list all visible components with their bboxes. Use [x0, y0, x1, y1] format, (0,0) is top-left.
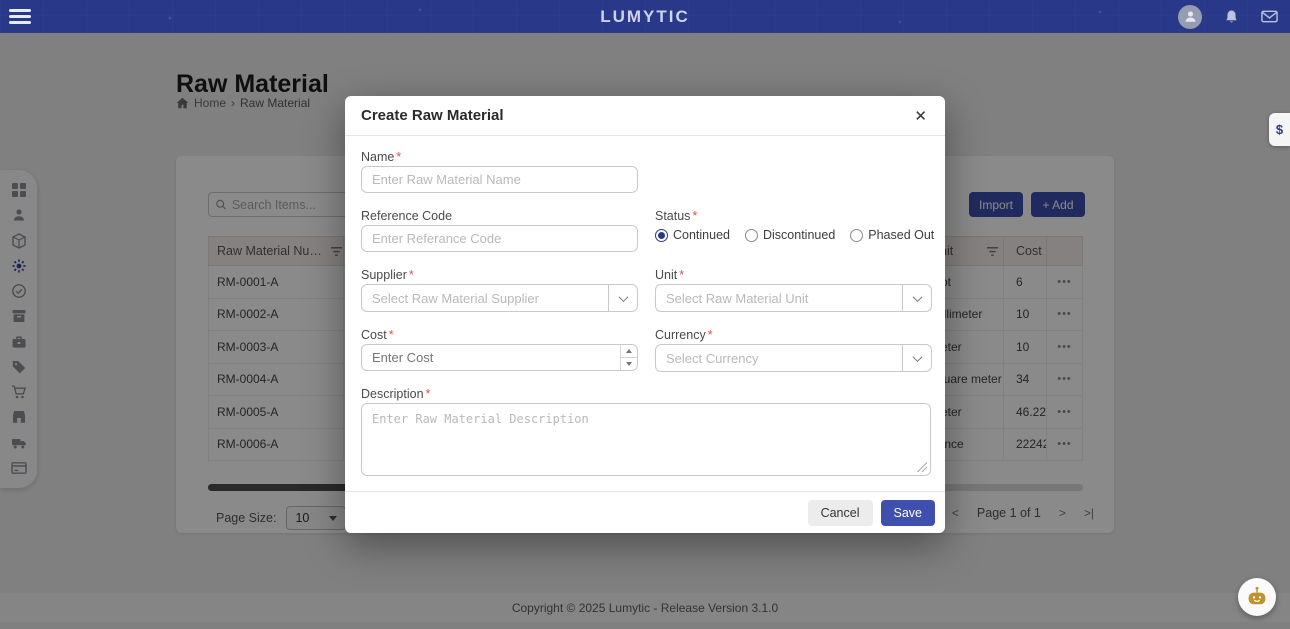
radio-discontinued[interactable]: Discontinued — [745, 228, 835, 242]
radio-phased-out[interactable]: Phased Out — [850, 228, 934, 242]
status-radio-group: Continued Discontinued Phased Out — [655, 228, 934, 242]
name-input[interactable] — [361, 166, 638, 193]
spinner-down-button[interactable] — [621, 358, 637, 370]
chatbot-button[interactable] — [1238, 578, 1276, 616]
robot-icon — [1245, 585, 1269, 609]
navbar-actions — [1178, 0, 1278, 33]
supplier-select[interactable]: Select Raw Material Supplier — [361, 284, 638, 312]
user-avatar[interactable] — [1178, 5, 1202, 29]
close-icon[interactable]: ✕ — [914, 107, 927, 125]
modal-title: Create Raw Material — [361, 107, 504, 124]
radio-unselected-icon — [745, 229, 758, 242]
cancel-button[interactable]: Cancel — [808, 500, 873, 526]
radio-continued[interactable]: Continued — [655, 228, 730, 242]
supplier-label: Supplier* — [361, 268, 414, 282]
chevron-down-icon[interactable] — [902, 345, 931, 371]
modal-footer: Cancel Save — [345, 491, 945, 533]
description-textarea[interactable] — [361, 403, 931, 476]
create-raw-material-modal: Create Raw Material ✕ Name* Reference Co… — [345, 96, 945, 533]
reference-code-input[interactable] — [361, 225, 638, 252]
currency-label: Currency* — [655, 328, 713, 342]
mail-icon[interactable] — [1261, 10, 1278, 23]
top-navbar: LUMYTIC — [0, 0, 1290, 33]
app-window: LUMYTIC Raw Material Home › — [0, 0, 1290, 629]
app-logo: LUMYTIC — [0, 7, 1290, 27]
radio-selected-icon — [655, 229, 668, 242]
name-label: Name* — [361, 150, 401, 164]
cost-input[interactable] — [361, 344, 638, 371]
save-button[interactable]: Save — [881, 500, 936, 526]
cost-label: Cost* — [361, 328, 394, 342]
notifications-bell-icon[interactable] — [1224, 9, 1239, 25]
spinner-up-button[interactable] — [621, 345, 637, 358]
status-label: Status* — [655, 209, 697, 223]
cost-field — [361, 344, 638, 371]
chevron-down-icon[interactable] — [608, 285, 637, 311]
modal-header: Create Raw Material ✕ — [345, 96, 945, 136]
currency-select[interactable]: Select Currency — [655, 344, 932, 372]
unit-select[interactable]: Select Raw Material Unit — [655, 284, 932, 312]
description-label: Description* — [361, 387, 430, 401]
reference-code-label: Reference Code — [361, 209, 452, 223]
currency-tab[interactable]: $ — [1269, 113, 1290, 146]
person-icon — [1183, 9, 1198, 24]
chevron-down-icon[interactable] — [902, 285, 931, 311]
radio-unselected-icon — [850, 229, 863, 242]
number-spinner — [620, 345, 637, 370]
unit-label: Unit* — [655, 268, 684, 282]
